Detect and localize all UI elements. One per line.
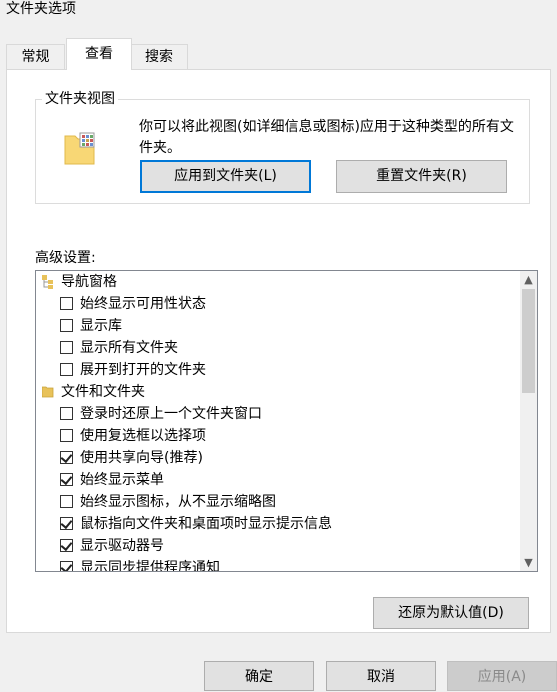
window-title: 文件夹选项 [6,1,76,17]
checkbox[interactable] [60,495,73,508]
scroll-up-arrow-icon[interactable]: ▲ [520,271,537,288]
checkbox-label: 始终显示菜单 [80,472,164,488]
scroll-down-arrow-icon[interactable]: ▼ [520,554,537,571]
checkbox-checked[interactable] [60,560,73,571]
checkbox-label: 使用复选框以选择项 [80,428,206,444]
checkbox[interactable] [60,407,73,420]
tab-view[interactable]: 查看 [66,38,132,70]
checkbox-label: 显示所有文件夹 [80,340,178,356]
checkbox[interactable] [60,341,73,354]
folder-view-icon [64,132,95,165]
checkbox-label: 显示库 [80,318,122,334]
advanced-settings-tree[interactable]: 导航窗格 始终显示可用性状态 显示库 显示所有文件夹 展开到打开的文件夹 文件和… [35,270,538,572]
restore-defaults-button[interactable]: 还原为默认值(D) [373,597,529,629]
checkbox[interactable] [60,297,73,310]
checkbox-label: 展开到打开的文件夹 [80,362,206,378]
tab-search[interactable]: 搜索 [130,44,188,69]
checkbox-label: 登录时还原上一个文件夹窗口 [80,406,262,422]
checkbox-label: 鼠标指向文件夹和桌面项时显示提示信息 [80,516,332,532]
apply-to-folders-button[interactable]: 应用到文件夹(L) [140,160,311,193]
checkbox[interactable] [60,363,73,376]
checkbox[interactable] [60,319,73,332]
ok-button[interactable]: 确定 [204,661,314,691]
check-mark-icon [60,516,73,530]
tree-group-label: 文件和文件夹 [61,384,145,400]
checkbox-checked[interactable] [60,450,73,464]
check-mark-icon [60,538,73,552]
checkbox-label: 使用共享向导(推荐) [80,450,203,466]
folder-icon [42,386,54,398]
check-mark-icon [60,450,73,464]
advanced-settings-label: 高级设置: [35,250,96,266]
reset-folders-button[interactable]: 重置文件夹(R) [336,160,507,193]
apply-button[interactable]: 应用(A) [447,661,557,691]
checkbox-checked[interactable] [60,516,73,530]
checkbox-checked[interactable] [60,472,73,486]
tab-strip: 常规 查看 搜索 [6,38,551,70]
folder-views-title: 文件夹视图 [42,90,118,108]
tree-group-label: 导航窗格 [61,274,117,290]
folder-views-description: 你可以将此视图(如详细信息或图标)应用于这种类型的所有文件夹。 [139,119,514,156]
tab-general[interactable]: 常规 [6,44,65,69]
checkbox-label: 始终显示图标，从不显示缩略图 [80,494,276,510]
check-mark-icon [60,560,73,571]
view-tab-panel: 文件夹视图 你可以将此视图(如详细信息或图标)应用于这种类型的所有文件夹。 应用… [6,69,551,633]
folder-views-group: 文件夹视图 你可以将此视图(如详细信息或图标)应用于这种类型的所有文件夹。 应用… [35,90,530,204]
cancel-button[interactable]: 取消 [326,661,436,691]
vertical-scrollbar[interactable]: ▲ ▼ [520,271,537,571]
checkbox[interactable] [60,429,73,442]
check-mark-icon [60,472,73,486]
nav-pane-icon [42,275,53,289]
checkbox-label: 显示驱动器号 [80,538,164,554]
scrollbar-thumb[interactable] [522,289,535,393]
checkbox-checked[interactable] [60,538,73,552]
checkbox-label: 始终显示可用性状态 [80,296,206,312]
checkbox-label: 显示同步提供程序通知 [80,560,220,572]
